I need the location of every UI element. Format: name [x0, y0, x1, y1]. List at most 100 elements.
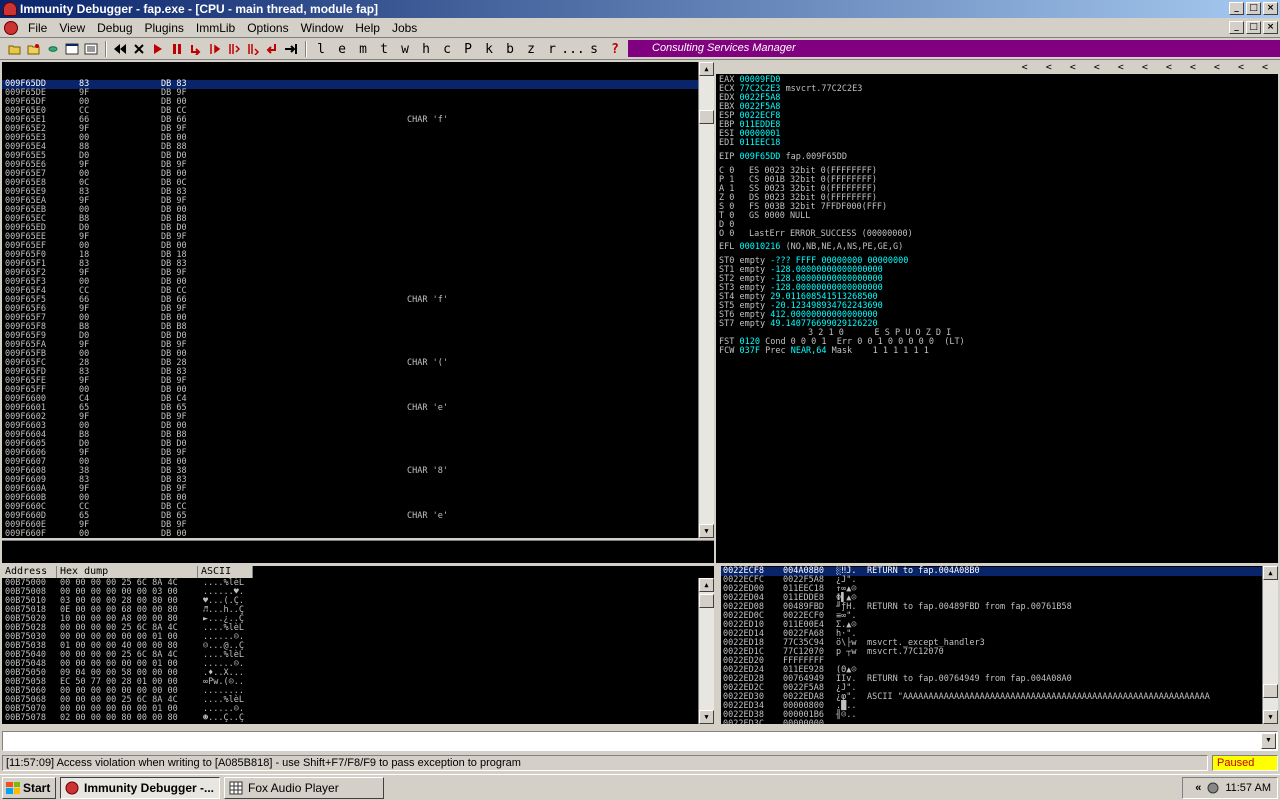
- disasm-row[interactable]: 009F65E0 CC DB CC: [2, 107, 714, 116]
- register-nav-arrow[interactable]: <: [1118, 62, 1124, 74]
- disasm-row[interactable]: 009F65FF 00 DB 00: [2, 386, 714, 395]
- disasm-row[interactable]: 009F65F7 00 DB 00: [2, 314, 714, 323]
- scroll-up-arrow-icon[interactable]: ▲: [699, 62, 714, 76]
- disasm-row[interactable]: 009F65DE 9F DB 9F: [2, 89, 714, 98]
- dump-col-address[interactable]: Address: [2, 566, 57, 578]
- register-nav-arrow[interactable]: <: [1214, 62, 1220, 74]
- disasm-row[interactable]: 009F65F4 CC DB CC: [2, 287, 714, 296]
- disasm-row[interactable]: 009F660E 9F DB 9F: [2, 521, 714, 530]
- menu-window[interactable]: Window: [295, 21, 350, 35]
- disasm-row[interactable]: 009F6609 83 DB 83: [2, 476, 714, 485]
- disasm-row[interactable]: 009F65ED D0 DB D0: [2, 224, 714, 233]
- step-over-icon[interactable]: [206, 40, 224, 58]
- disassembly-pane[interactable]: 009F65DD 83 DB 83 009F65DE 9F DB 9F 009F65DF 00…: [2, 62, 714, 538]
- disasm-row[interactable]: 009F65FD 83 DB 83: [2, 368, 714, 377]
- disasm-row[interactable]: 009F65FC 28 DB 28 CHAR '(': [2, 359, 714, 368]
- threads-button[interactable]: t: [374, 40, 394, 58]
- disasm-row[interactable]: 009F65F2 9F DB 9F: [2, 269, 714, 278]
- disasm-row[interactable]: 009F65F5 66 DB 66 CHAR 'f': [2, 296, 714, 305]
- python-script-icon[interactable]: [44, 40, 62, 58]
- close-button[interactable]: ×: [1263, 2, 1278, 15]
- child-close-button[interactable]: ×: [1263, 21, 1278, 34]
- scroll-thumb[interactable]: [699, 110, 714, 124]
- register-nav-arrow[interactable]: <: [1166, 62, 1172, 74]
- disasm-row[interactable]: 009F660B 00 DB 00: [2, 494, 714, 503]
- command-input[interactable]: ▼: [2, 731, 1278, 751]
- register-nav-arrow[interactable]: <: [1094, 62, 1100, 74]
- disasm-row[interactable]: 009F660C CC DB CC: [2, 503, 714, 512]
- disasm-row[interactable]: 009F65F8 B8 DB B8: [2, 323, 714, 332]
- hex-dump-pane[interactable]: Address Hex dump ASCII 00B75000 00 00 00 …: [2, 566, 714, 724]
- run-icon[interactable]: [149, 40, 167, 58]
- tray-expand-icon[interactable]: «: [1195, 782, 1201, 794]
- menu-options[interactable]: Options: [241, 21, 294, 35]
- disasm-row[interactable]: 009F65F1 83 DB 83: [2, 260, 714, 269]
- scroll-down-arrow-icon[interactable]: ▼: [1263, 710, 1278, 724]
- breakpoints-button[interactable]: b: [500, 40, 520, 58]
- register-nav-arrow[interactable]: <: [1262, 62, 1268, 74]
- disasm-row[interactable]: 009F65DF 00 DB 00: [2, 98, 714, 107]
- memory-button[interactable]: m: [353, 40, 373, 58]
- register-value[interactable]: 037F: [739, 346, 759, 356]
- disasm-row[interactable]: 009F65E2 9F DB 9F: [2, 125, 714, 134]
- scroll-up-arrow-icon[interactable]: ▲: [1263, 566, 1278, 580]
- disasm-row[interactable]: 009F6602 9F DB 9F: [2, 413, 714, 422]
- disasm-row[interactable]: 009F6601 65 DB 65 CHAR 'e': [2, 404, 714, 413]
- disasm-row[interactable]: 009F660D 65 DB 65 CHAR 'e': [2, 512, 714, 521]
- taskbar-item-fox-audio[interactable]: Fox Audio Player: [224, 776, 384, 799]
- execute-till-return-icon[interactable]: [263, 40, 281, 58]
- disasm-row[interactable]: 009F65E9 83 DB 83: [2, 188, 714, 197]
- disasm-row[interactable]: 009F65E1 66 DB 66 CHAR 'f': [2, 116, 714, 125]
- handles-button[interactable]: h: [416, 40, 436, 58]
- disasm-row[interactable]: 009F65E4 88 DB 88: [2, 143, 714, 152]
- patches-button[interactable]: P: [458, 40, 478, 58]
- disasm-row[interactable]: 009F6608 38 DB 38 CHAR '8': [2, 467, 714, 476]
- menu-file[interactable]: File: [22, 21, 53, 35]
- command-dropdown-icon[interactable]: ▼: [1261, 733, 1276, 749]
- stack-scrollbar[interactable]: ▲ ▼: [1262, 566, 1278, 724]
- run-trace-button[interactable]: r: [542, 40, 562, 58]
- disasm-row[interactable]: 009F65F9 D0 DB D0: [2, 332, 714, 341]
- disasm-row[interactable]: 009F6600 C4 DB C4: [2, 395, 714, 404]
- disasm-row[interactable]: 009F65EB 00 DB 00: [2, 206, 714, 215]
- registers-header[interactable]: Registers (FPU) < < < < < < < < < < <: [716, 62, 1278, 85]
- menu-plugins[interactable]: Plugins: [139, 21, 190, 35]
- trace-into-icon[interactable]: [225, 40, 243, 58]
- maximize-button[interactable]: □: [1246, 2, 1261, 15]
- taskbar-item-immunity[interactable]: Immunity Debugger -...: [60, 776, 220, 799]
- menu-help[interactable]: Help: [349, 21, 386, 35]
- stack-pane[interactable]: 0022ECF8 004A08B0 ░‼J. RETURN to fap.004A08…: [721, 566, 1278, 724]
- disasm-row[interactable]: 009F65E7 00 DB 00: [2, 170, 714, 179]
- registers-pane[interactable]: Registers (FPU) < < < < < < < < < < < EAX 00009FD0…: [716, 62, 1278, 563]
- disasm-row[interactable]: 009F65DD 83 DB 83: [2, 80, 714, 89]
- call-stack-button[interactable]: k: [479, 40, 499, 58]
- register-value[interactable]: 009F65DD: [739, 152, 780, 162]
- menu-view[interactable]: View: [53, 21, 91, 35]
- disasm-row[interactable]: 009F65F3 00 DB 00: [2, 278, 714, 287]
- source-button[interactable]: s: [584, 40, 604, 58]
- child-minimize-button[interactable]: _: [1229, 21, 1244, 34]
- disasm-row[interactable]: 009F65E3 00 DB 00: [2, 134, 714, 143]
- register-nav-arrow[interactable]: <: [1190, 62, 1196, 74]
- disasm-row[interactable]: 009F660A 9F DB 9F: [2, 485, 714, 494]
- disasm-row[interactable]: 009F6605 D0 DB D0: [2, 440, 714, 449]
- start-button[interactable]: Start: [2, 776, 56, 799]
- register-value[interactable]: 011EEC18: [739, 138, 780, 148]
- scroll-down-arrow-icon[interactable]: ▼: [699, 524, 714, 538]
- disasm-row[interactable]: 009F65FA 9F DB 9F: [2, 341, 714, 350]
- consulting-banner[interactable]: Consulting Services Manager: [628, 40, 1280, 57]
- trace-over-icon[interactable]: [244, 40, 262, 58]
- threads-icon[interactable]: [82, 40, 100, 58]
- volume-icon[interactable]: [1207, 782, 1219, 794]
- prec-value[interactable]: NEAR,64: [791, 346, 827, 356]
- disasm-row[interactable]: 009F65EA 9F DB 9F: [2, 197, 714, 206]
- modules-button[interactable]: e: [332, 40, 352, 58]
- disasm-row[interactable]: 009F6604 B8 DB B8: [2, 431, 714, 440]
- stack-row[interactable]: 0022ED3C 00000000: [721, 720, 1262, 725]
- open-recent-icon[interactable]: [25, 40, 43, 58]
- disasm-row[interactable]: 009F65EC B8 DB B8: [2, 215, 714, 224]
- disasm-row[interactable]: 009F660F 00 DB 00: [2, 530, 714, 539]
- go-to-icon[interactable]: [282, 40, 300, 58]
- windows-button[interactable]: w: [395, 40, 415, 58]
- menu-immlib[interactable]: ImmLib: [190, 21, 241, 35]
